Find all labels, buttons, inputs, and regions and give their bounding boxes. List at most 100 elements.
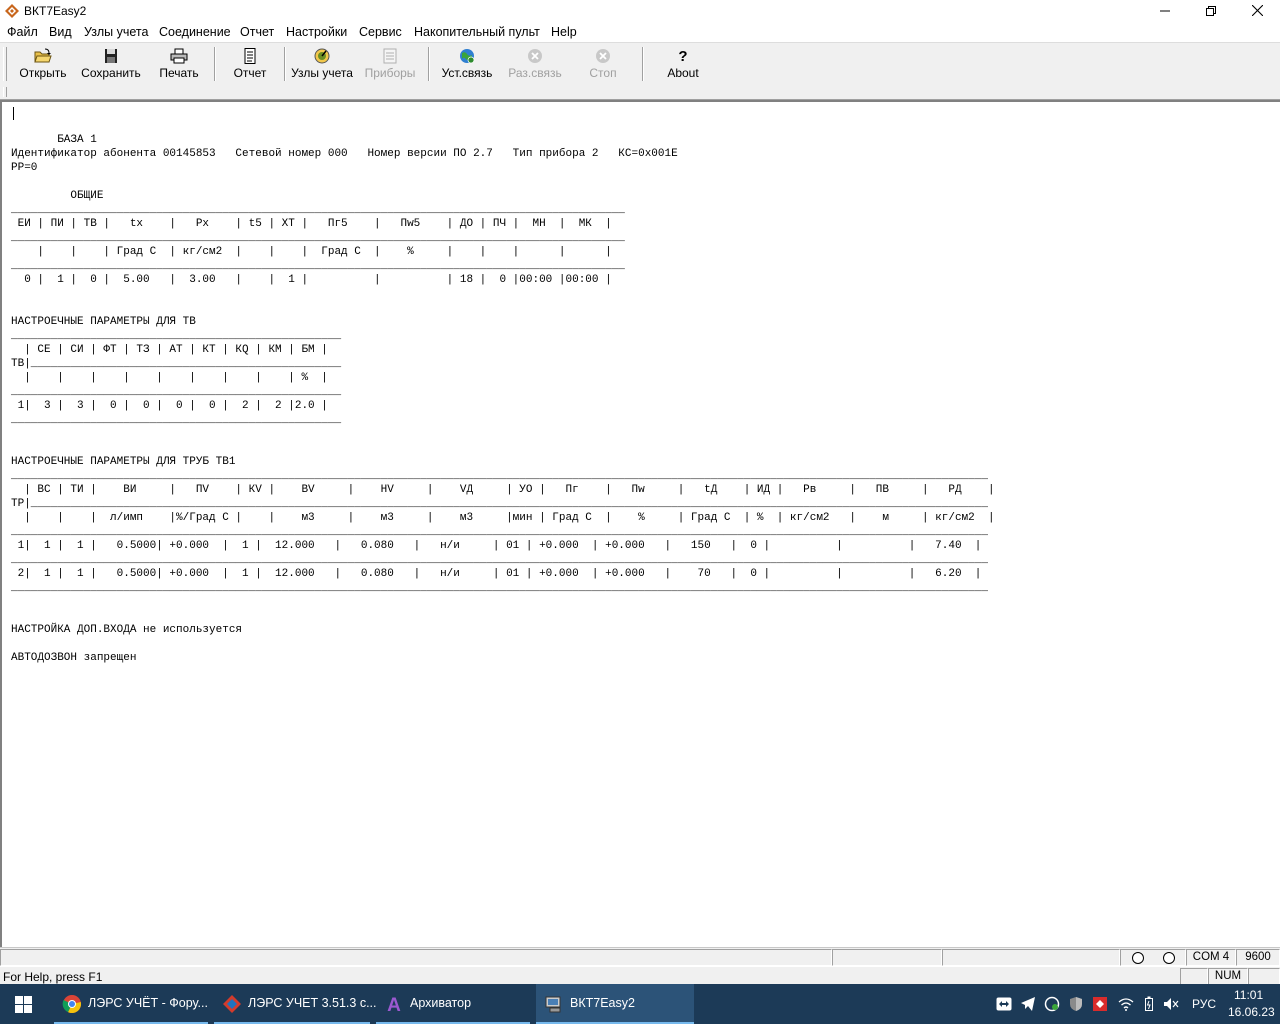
lers-diamond-icon	[223, 995, 241, 1013]
baud-rate-status: 9600	[1236, 949, 1280, 966]
report-line: АВТОДОЗВОН запрещен	[11, 652, 137, 664]
teamviewer-tray-icon[interactable]	[996, 996, 1012, 1012]
stop-icon	[596, 49, 610, 63]
minimize-icon	[1160, 10, 1170, 12]
telegram-tray-icon[interactable]	[1020, 996, 1036, 1012]
start-button[interactable]	[0, 984, 48, 1024]
report-line: | СЕ | СИ | ФТ | ТЗ | АТ | КТ | КQ | КМ …	[11, 344, 328, 356]
menu-settings[interactable]: Настройки	[286, 25, 347, 39]
connection-status-bar: COM 4 9600	[0, 947, 1280, 966]
update-tray-icon[interactable]	[1044, 996, 1060, 1012]
menu-report[interactable]: Отчет	[240, 25, 274, 39]
connect-button[interactable]: Уст.связь	[436, 45, 498, 83]
security-shield-tray-icon[interactable]	[1068, 996, 1084, 1012]
report-line: Идентификатор абонента 00145853 Сетевой …	[11, 148, 678, 160]
stop-button[interactable]: Стоп	[572, 45, 634, 83]
printer-icon	[170, 48, 188, 64]
report-line: ________________________________________…	[11, 260, 625, 272]
svg-text:?: ?	[678, 48, 687, 64]
taskbar-item-lers[interactable]: ЛЭРС УЧЕТ 3.51.3 с...	[214, 984, 377, 1024]
menu-view[interactable]: Вид	[49, 25, 72, 39]
volume-muted-tray-icon[interactable]	[1163, 996, 1179, 1012]
taskbar-item-label: ВКТ7Easy2	[570, 996, 635, 1010]
metering-nodes-button[interactable]: Узлы учета	[288, 45, 356, 83]
devices-button[interactable]: Приборы	[358, 45, 422, 83]
vkt7-app-icon	[545, 996, 561, 1013]
report-line: ________________________________________…	[11, 526, 988, 538]
menu-bar: Файл Вид Узлы учета Соединение Отчет Нас…	[0, 22, 1280, 42]
about-button[interactable]: ? About	[654, 45, 712, 83]
menu-file[interactable]: Файл	[7, 25, 38, 39]
report-line: НАСТРОЕЧНЫЕ ПАРАМЕТРЫ ДЛЯ ТВ	[11, 316, 196, 328]
report-line: РР=0	[11, 162, 38, 174]
report-line: НАСТРОЕЧНЫЕ ПАРАМЕТРЫ ДЛЯ ТРУБ ТВ1	[11, 456, 236, 468]
menu-accumulating-console[interactable]: Накопительный пульт	[414, 25, 540, 39]
toolbar: Открыть Сохранить Печать Отчет Узлы учет…	[0, 42, 1280, 86]
status-pane	[942, 949, 1120, 966]
menu-service[interactable]: Сервис	[359, 25, 402, 39]
save-button[interactable]: Сохранить	[78, 45, 144, 83]
wifi-tray-icon[interactable]	[1118, 996, 1134, 1012]
toolbar-separator	[284, 47, 286, 81]
toolbar-grip[interactable]	[3, 47, 7, 81]
title-bar: ВКТ7Easy2	[0, 0, 1280, 22]
language-indicator[interactable]: РУС	[1192, 997, 1216, 1011]
report-line: ________________________________________…	[11, 582, 988, 594]
report-view[interactable]: БАЗА 1 Идентификатор абонента 00145853 С…	[0, 100, 1280, 948]
report-button[interactable]: Отчет	[222, 45, 278, 83]
report-line: ЕИ | ПИ | ТВ | tх | Рх | t5 | ХТ | Пг5 |…	[11, 218, 612, 230]
archiver-icon: A	[387, 995, 401, 1014]
window-title: ВКТ7Easy2	[24, 4, 87, 18]
print-label: Печать	[159, 66, 199, 80]
report-line: | ВС | ТИ | ВИ | ПV | КV | ВV | НV | VД …	[11, 484, 995, 496]
taskbar-item-label: ЛЭРС УЧЁТ - Фору...	[88, 996, 208, 1010]
open-button[interactable]: Открыть	[12, 45, 74, 83]
taskbar-item-archiver[interactable]: A Архиватор	[376, 984, 530, 1024]
about-label: About	[667, 66, 699, 80]
disconnect-label: Раз.связь	[508, 66, 562, 80]
report-line: | | | Град С | кг/см2 | | | Град С | % |…	[11, 246, 612, 258]
rx-indicator-icon	[1132, 952, 1144, 964]
stop-label: Стоп	[589, 66, 617, 80]
devices-list-icon	[383, 48, 397, 64]
restore-button[interactable]	[1188, 0, 1234, 22]
clock-time[interactable]: 11:01	[1234, 988, 1263, 1002]
help-hint: For Help, press F1	[3, 970, 103, 984]
report-line: | | | л/имп |%/Град С | | м3 | м3 | м3 |…	[11, 512, 995, 524]
status-pane	[0, 949, 832, 966]
caps-indicator	[1180, 968, 1208, 985]
report-line: ________________________________________…	[11, 330, 342, 342]
taskbar-item-vkt7easy2[interactable]: ВКТ7Easy2	[536, 984, 694, 1024]
windows-logo-icon	[15, 996, 32, 1013]
report-line: | | | | | | | | | % |	[11, 372, 328, 384]
menu-metering-nodes[interactable]: Узлы учета	[84, 25, 148, 39]
disconnect-icon	[528, 49, 542, 63]
minimize-button[interactable]	[1142, 0, 1188, 22]
scroll-indicator	[1248, 968, 1280, 985]
close-button[interactable]	[1234, 0, 1280, 22]
report-line: ________________________________________…	[11, 414, 342, 426]
report-line: ________________________________________…	[11, 204, 625, 216]
secondary-toolbar	[0, 85, 1280, 100]
tx-indicator-icon	[1163, 952, 1175, 964]
battery-tray-icon[interactable]	[1141, 996, 1157, 1012]
clock-date[interactable]: 16.06.23	[1228, 1005, 1275, 1019]
chrome-icon	[62, 995, 82, 1014]
disconnect-button[interactable]: Раз.связь	[504, 45, 566, 83]
antivirus-tray-icon[interactable]	[1092, 996, 1108, 1012]
com-port-status: COM 4	[1186, 949, 1236, 966]
taskbar-item-label: Архиватор	[410, 996, 472, 1010]
print-button[interactable]: Печать	[150, 45, 208, 83]
status-pane	[832, 949, 942, 966]
app-icon	[5, 4, 19, 18]
report-document-icon	[244, 48, 256, 64]
num-lock-indicator: NUM	[1208, 968, 1248, 985]
report-line: 0 | 1 | 0 | 5.00 | 3.00 | | 1 | | | 18 |…	[11, 274, 612, 286]
floppy-disk-icon	[105, 49, 117, 63]
taskbar-item-chrome[interactable]: ЛЭРС УЧЁТ - Фору...	[54, 984, 208, 1024]
menu-help[interactable]: Help	[551, 25, 577, 39]
connect-label: Уст.связь	[441, 66, 493, 80]
open-label: Открыть	[19, 66, 67, 80]
toolbar-grip[interactable]	[3, 87, 7, 97]
menu-connection[interactable]: Соединение	[159, 25, 231, 39]
